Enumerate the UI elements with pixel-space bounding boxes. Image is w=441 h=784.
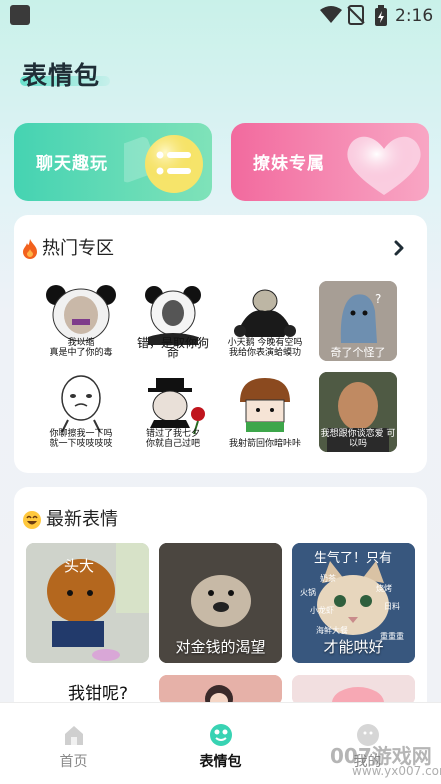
sticker-item[interactable]: 生气了！只有 火锅 奶茶 小龙虾 日料 烧烤 海鲜大餐 重重重 才能哄好 bbox=[292, 543, 415, 663]
sticker-item[interactable] bbox=[292, 675, 415, 705]
sticker-item[interactable]: 小天鹅 今晚有空吗 我给你表演蛤蟆功 bbox=[226, 281, 304, 361]
sticker-caption: 错，是取你狗命 bbox=[136, 336, 209, 360]
sticker-caption: 对金钱的渴望 bbox=[175, 638, 266, 656]
new-section-title: 最新表情 bbox=[46, 509, 118, 530]
sticker-item[interactable]: 错过了我七夕 你就自己过吧 bbox=[134, 372, 212, 452]
new-section-header: 最新表情 bbox=[22, 505, 118, 531]
clock: 2:16 bbox=[395, 6, 434, 26]
sticker-item[interactable]: 我以缩 真是中了你的毒 bbox=[42, 281, 120, 361]
flirt-exclusive-banner[interactable]: 撩妹专属 bbox=[231, 123, 429, 201]
sticker-item[interactable]: 我想跟你谈恋爱 可以吗 bbox=[319, 372, 397, 452]
sticker-item[interactable]: 我钳呢? bbox=[26, 675, 149, 705]
sticker-caption: 奇了个怪了 bbox=[330, 346, 386, 359]
sticker-caption: 我射箭回你暗咔咔 bbox=[228, 439, 301, 449]
sticker-caption: 我以缩 真是中了你的毒 bbox=[49, 338, 113, 358]
food-tag: 火锅 bbox=[300, 588, 316, 597]
sticker-item[interactable] bbox=[159, 675, 282, 705]
hot-section-title: 热门专区 bbox=[42, 238, 114, 259]
food-tag: 海鲜大餐 bbox=[316, 626, 348, 635]
nav-label: 表情包 bbox=[199, 754, 242, 770]
watermark-url: www.yx007.com bbox=[352, 764, 441, 778]
nav-home[interactable]: 首页 bbox=[0, 703, 147, 784]
battery-charging-icon bbox=[375, 5, 387, 26]
sticker-face-icon bbox=[210, 724, 232, 746]
food-tag: 小龙虾 bbox=[310, 606, 334, 615]
status-bar: 2:16 bbox=[0, 0, 441, 32]
no-sim-icon bbox=[347, 5, 365, 25]
sticker-caption: 我想跟你谈恋爱 可以吗 bbox=[320, 429, 396, 449]
notification-icon bbox=[10, 5, 30, 25]
sticker-item[interactable]: 头大 bbox=[26, 543, 149, 663]
sticker-caption: 才能哄好 bbox=[323, 638, 384, 656]
sticker-caption: 小天鹅 今晚有空吗 我给你表演蛤蟆功 bbox=[227, 338, 303, 358]
doll-photo-icon bbox=[159, 675, 282, 705]
food-tag: 日料 bbox=[384, 602, 400, 611]
sticker-item[interactable]: ? 奇了个怪了 bbox=[319, 281, 397, 361]
sticker-caption: 头大 bbox=[64, 557, 95, 575]
sticker-top-text: 生气了！只有 bbox=[314, 551, 393, 566]
chat-fun-banner[interactable]: 聊天趣玩 bbox=[14, 123, 212, 201]
flame-icon bbox=[23, 239, 37, 259]
chevron-right-icon[interactable] bbox=[393, 240, 405, 256]
svg-text:?: ? bbox=[375, 292, 381, 306]
food-tag: 烧烤 bbox=[376, 584, 392, 593]
sticker-item[interactable]: 我射箭回你暗咔咔 bbox=[226, 372, 304, 452]
sticker-caption: 你聊擦我一下吗 就一下吱吱吱吱 bbox=[49, 429, 113, 449]
pig-photo-icon bbox=[292, 675, 415, 705]
wifi-icon bbox=[320, 6, 342, 23]
nav-label: 首页 bbox=[59, 754, 88, 770]
sticker-caption: 错过了我七夕 你就自己过吧 bbox=[145, 429, 200, 449]
nav-stickers[interactable]: 表情包 bbox=[147, 703, 294, 784]
food-tag: 奶茶 bbox=[320, 574, 336, 583]
sticker-item[interactable]: 对金钱的渴望 bbox=[159, 543, 282, 663]
sticker-item[interactable]: 错，是取你狗命 bbox=[134, 281, 212, 361]
banner-label: 聊天趣玩 bbox=[36, 154, 108, 174]
home-icon bbox=[65, 726, 83, 745]
banner-label: 撩妹专属 bbox=[253, 154, 325, 174]
hot-section-header: 热门专区 bbox=[22, 234, 114, 260]
sticker-caption: 我钳呢? bbox=[68, 684, 129, 704]
menu-bubble-icon bbox=[124, 135, 203, 193]
heart-icon bbox=[347, 136, 421, 195]
sticker-item[interactable]: 你聊擦我一下吗 就一下吱吱吱吱 bbox=[42, 372, 120, 452]
smile-emoji-icon bbox=[23, 511, 41, 529]
page-title: 表情包 bbox=[22, 61, 101, 90]
